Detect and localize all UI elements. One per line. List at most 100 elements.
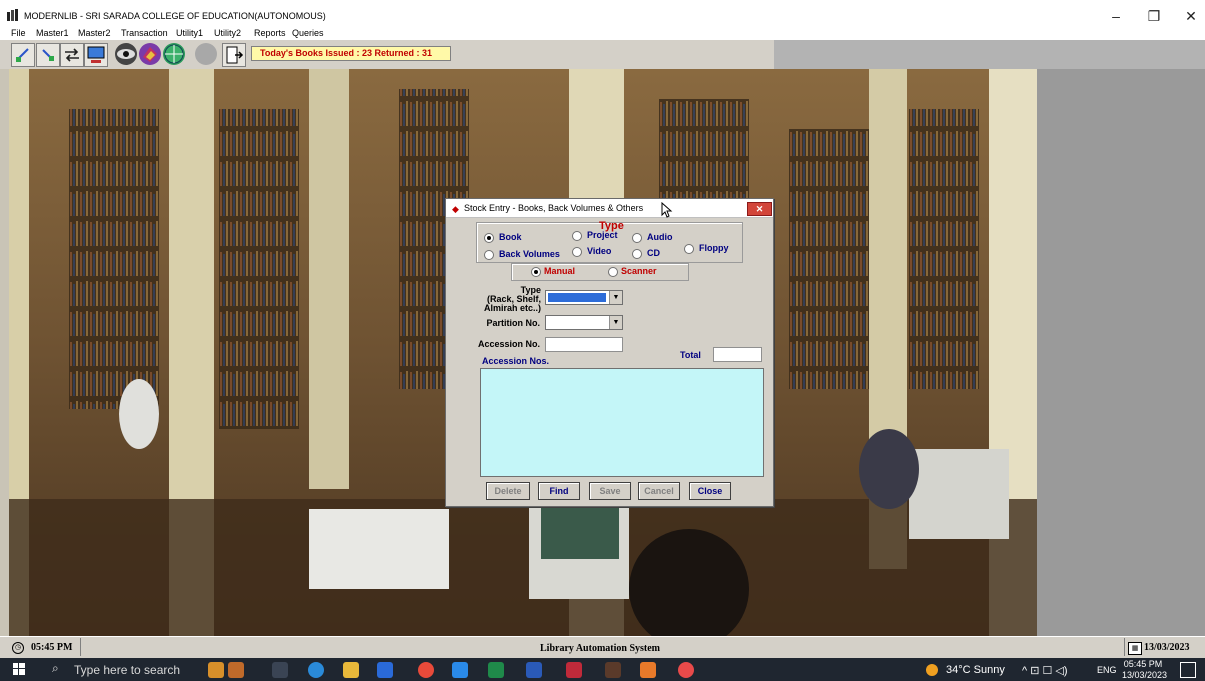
chrome-browser-icon[interactable]: [418, 662, 434, 678]
diamond-icon: ◆: [452, 204, 459, 214]
calendar-icon: ▦: [1128, 642, 1142, 655]
accession-no-label: Accession No.: [477, 339, 540, 349]
dialog-close-button[interactable]: ✕: [747, 202, 772, 216]
window-title-bar: MODERNLIB - SRI SARADA COLLEGE OF EDUCAT…: [0, 0, 1205, 26]
dropdown-arrow-icon[interactable]: ▼: [609, 316, 622, 329]
menu-master1[interactable]: Master1: [36, 28, 69, 38]
today-issued-returned-status: Today's Books Issued : 23 Returned : 31: [251, 46, 451, 61]
task-view-icon[interactable]: [272, 662, 288, 678]
type-project-radio[interactable]: [572, 231, 582, 241]
accession-nos-list[interactable]: [480, 368, 764, 477]
type-book-radio[interactable]: [484, 233, 494, 243]
browser-app-icon[interactable]: [678, 662, 694, 678]
excel-icon[interactable]: [488, 662, 504, 678]
close-button[interactable]: Close: [689, 482, 731, 500]
mail-icon[interactable]: [452, 662, 468, 678]
taskbar-date: 13/03/2023: [1122, 670, 1168, 680]
menu-master2[interactable]: Master2: [78, 28, 111, 38]
location-type-select[interactable]: ▼: [545, 290, 623, 305]
type-video-radio[interactable]: [572, 247, 582, 257]
window-title: MODERNLIB - SRI SARADA COLLEGE OF EDUCAT…: [24, 11, 326, 21]
photos-app-icon[interactable]: [228, 662, 244, 678]
menu-utility1[interactable]: Utility1: [176, 28, 203, 38]
windows-start-icon[interactable]: [13, 663, 25, 675]
find-button[interactable]: Find: [538, 482, 580, 500]
file-explorer-icon[interactable]: [343, 662, 359, 678]
manual-radio[interactable]: [531, 267, 541, 277]
scanner-label: Scanner: [621, 266, 657, 276]
access-icon[interactable]: [566, 662, 582, 678]
status-separator: [80, 638, 81, 656]
return-icon[interactable]: [36, 43, 60, 67]
dialog-title: Stock Entry - Books, Back Volumes & Othe…: [464, 203, 644, 213]
type-project-label: Project: [587, 230, 618, 240]
language-indicator[interactable]: ENG: [1097, 665, 1117, 675]
minimize-button[interactable]: –: [1103, 6, 1129, 26]
type-back-volumes-label: Back Volumes: [499, 249, 560, 259]
delete-button[interactable]: Delete: [486, 482, 530, 500]
status-bar: ◷ 05:45 PM Library Automation System ▦ 1…: [0, 636, 1205, 659]
weather-icon: [926, 664, 938, 676]
computer-icon[interactable]: [84, 43, 108, 67]
tray-icons[interactable]: ^ ⊡ ☐ ◁): [1022, 664, 1068, 677]
chat-icon[interactable]: [195, 43, 217, 65]
scanner-radio[interactable]: [608, 267, 618, 277]
word-icon[interactable]: [526, 662, 542, 678]
dialog-title-bar: ◆ Stock Entry - Books, Back Volumes & Ot…: [446, 199, 773, 218]
location-type-label: Type (Rack, Shelf, Almirah etc..): [466, 286, 541, 313]
menu-bar: File Master1 Master2 Transaction Utility…: [0, 26, 1205, 40]
status-system-name: Library Automation System: [540, 643, 660, 654]
cancel-button[interactable]: Cancel: [638, 482, 680, 500]
stock-entry-dialog: ◆ Stock Entry - Books, Back Volumes & Ot…: [445, 198, 774, 507]
type-floppy-radio[interactable]: [684, 244, 694, 254]
modernlib-taskbar-icon[interactable]: [605, 662, 621, 678]
save-button[interactable]: Save: [589, 482, 631, 500]
menu-file[interactable]: File: [11, 28, 26, 38]
location-type-label-line3: Almirah etc..): [483, 303, 541, 313]
edge-browser-icon[interactable]: [308, 662, 324, 678]
menu-transaction[interactable]: Transaction: [121, 28, 168, 38]
dropdown-arrow-icon[interactable]: ▼: [609, 291, 622, 304]
partition-label: Partition No.: [486, 318, 541, 328]
globe-icon[interactable]: [163, 43, 185, 65]
issue-icon[interactable]: [11, 43, 35, 67]
left-edge-strip: [0, 69, 9, 636]
type-video-label: Video: [587, 246, 612, 256]
status-separator: [1124, 638, 1125, 656]
menu-reports[interactable]: Reports: [254, 28, 286, 38]
exit-icon[interactable]: [222, 43, 246, 67]
selection-highlight: [548, 293, 606, 302]
taskbar-clock[interactable]: 05:45 PM 13/03/2023: [1122, 659, 1168, 681]
search-icon: ⌕: [52, 661, 59, 675]
photos-app-icon[interactable]: [208, 662, 224, 678]
eye-icon[interactable]: [115, 43, 137, 65]
taskbar-search-box[interactable]: ⌕ Type here to search: [50, 660, 200, 679]
manual-label: Manual: [544, 266, 576, 276]
notifications-icon[interactable]: [1180, 662, 1196, 678]
menu-queries[interactable]: Queries: [292, 28, 324, 38]
type-audio-radio[interactable]: [632, 233, 642, 243]
total-label: Total: [680, 350, 701, 360]
accession-nos-label: Accession Nos.: [482, 356, 550, 366]
type-back-volumes-radio[interactable]: [484, 250, 494, 260]
store-icon[interactable]: [377, 662, 393, 678]
renew-icon[interactable]: [60, 43, 84, 67]
menu-utility2[interactable]: Utility2: [214, 28, 241, 38]
close-window-button[interactable]: ✕: [1178, 6, 1204, 26]
books-icon[interactable]: [139, 43, 161, 65]
accession-no-input[interactable]: [545, 337, 623, 352]
toolbar-empty-area: [774, 40, 1205, 69]
partition-select[interactable]: ▼: [545, 315, 623, 330]
weather-text[interactable]: 34°C Sunny: [946, 664, 1005, 676]
type-floppy-label: Floppy: [699, 243, 729, 253]
desktop-gray-area: [1037, 69, 1205, 636]
windows-taskbar: ⌕ Type here to search 34°C Sunny ^ ⊡ ☐ ◁…: [0, 658, 1205, 681]
type-cd-radio[interactable]: [632, 249, 642, 259]
type-audio-label: Audio: [647, 232, 673, 242]
search-placeholder: Type here to search: [74, 663, 181, 677]
total-input[interactable]: [713, 347, 762, 362]
powerpoint-icon[interactable]: [640, 662, 656, 678]
maximize-button[interactable]: ❐: [1141, 6, 1167, 26]
app-icon: [7, 9, 18, 21]
mouse-cursor-icon: [661, 202, 673, 218]
